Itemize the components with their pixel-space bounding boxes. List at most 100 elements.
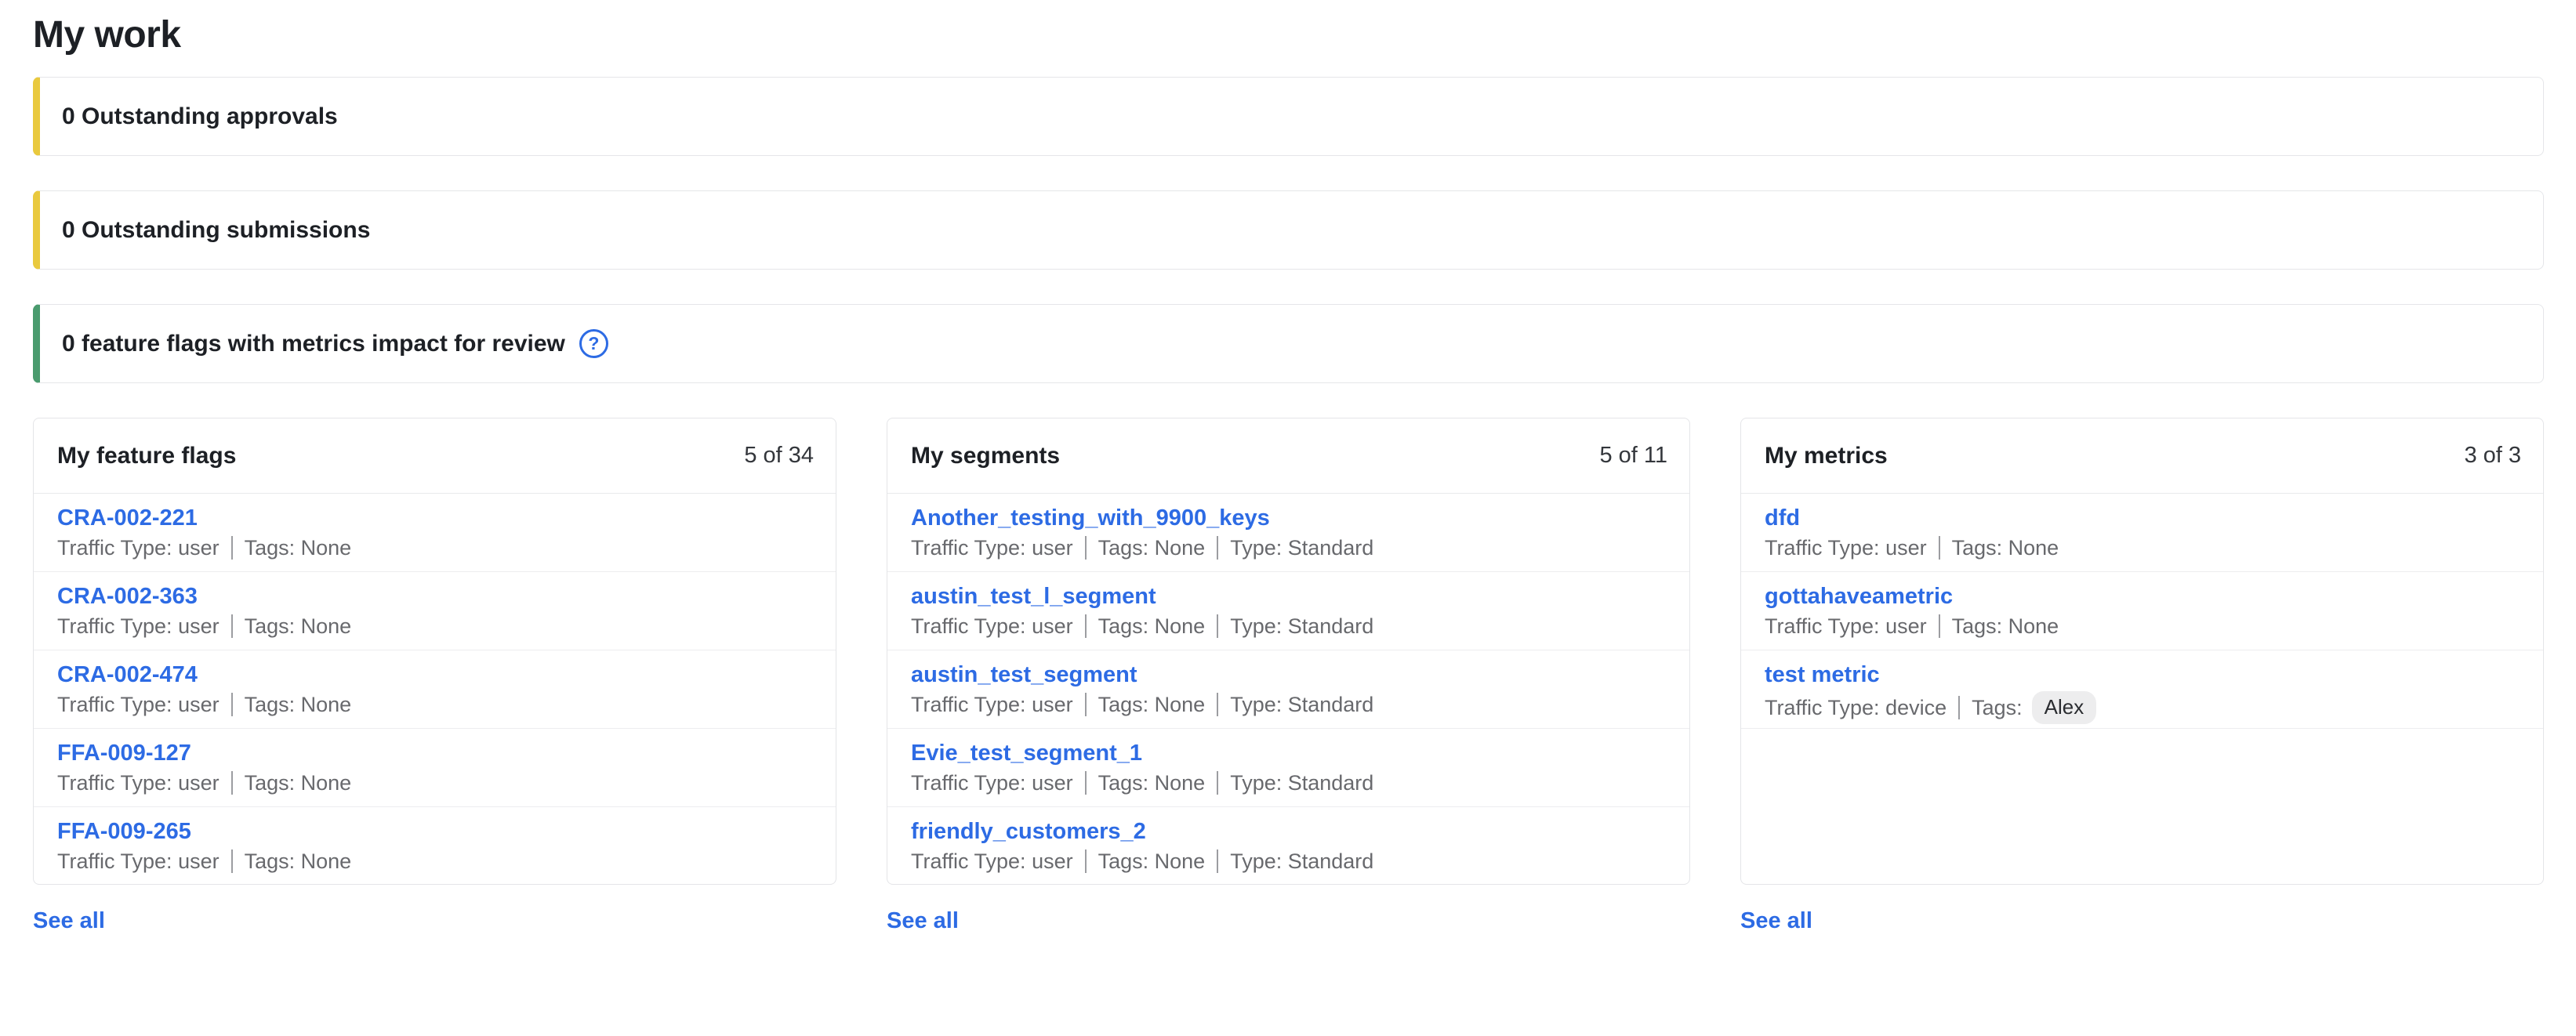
meta-separator xyxy=(1217,693,1218,716)
card-count: 5 of 11 xyxy=(1599,443,1667,469)
item-meta: Traffic Type: user Tags: None Type: Standa… xyxy=(911,770,1667,796)
meta-text: Traffic Type: user xyxy=(911,770,1073,796)
card-my-metrics: My metrics 3 of 3 dfd Traffic Type: user… xyxy=(1740,418,2544,885)
meta-separator xyxy=(1085,693,1087,716)
meta-text: Tags: None xyxy=(1098,613,1206,639)
meta-text: Type: Standard xyxy=(1230,770,1373,796)
item-name-link[interactable]: FFA-009-265 xyxy=(57,817,191,846)
card-column: My metrics 3 of 3 dfd Traffic Type: user… xyxy=(1740,418,2544,934)
meta-text: Traffic Type: device xyxy=(1765,694,1947,721)
card-count: 3 of 3 xyxy=(2464,443,2521,469)
meta-text: Tags: None xyxy=(1098,534,1206,561)
alert-0-outstanding-approvals: 0 Outstanding approvals xyxy=(33,77,2544,156)
list-item: austin_test_segment Traffic Type: userTa… xyxy=(887,650,1689,729)
meta-text: Tags: None xyxy=(245,848,352,875)
meta-text: Tags: None xyxy=(1952,613,2059,639)
card-rows: dfd Traffic Type: user Tags: None gottaha… xyxy=(1741,494,2543,729)
item-name-link[interactable]: Evie_test_segment_1 xyxy=(911,739,1142,767)
alerts-section: 0 Outstanding approvals 0 Outstanding su… xyxy=(33,77,2544,383)
meta-separator xyxy=(1085,536,1087,560)
meta-text: Type: Standard xyxy=(1230,848,1373,875)
list-item: Evie_test_segment_1 Traffic Type: user Ta… xyxy=(887,729,1689,807)
list-item: CRA-002-474 Traffic Type: userTags: None xyxy=(34,650,836,729)
meta-separator xyxy=(1085,771,1087,795)
meta-separator xyxy=(1085,614,1087,638)
item-meta: Traffic Type: userTags: None xyxy=(1765,613,2521,639)
item-meta: Traffic Type: user Tags: None Type: Standa… xyxy=(911,534,1667,561)
item-name-link[interactable]: CRA-002-363 xyxy=(57,582,198,610)
meta-text: Traffic Type: user xyxy=(57,848,220,875)
card-header: My segments 5 of 11 xyxy=(887,418,1689,494)
list-item: FFA-009-265 Traffic Type: user Tags: None xyxy=(34,807,836,885)
circle-question-help-icon[interactable]: ? xyxy=(579,329,608,358)
meta-text: Traffic Type: user xyxy=(57,691,220,718)
card-column: My feature flags 5 of 34 CRA-002-221 Tra… xyxy=(33,418,836,934)
card-column: My segments 5 of 11 Another_testing_with… xyxy=(887,418,1690,934)
card-header: My metrics 3 of 3 xyxy=(1741,418,2543,494)
meta-text: Tags: None xyxy=(1952,534,2059,561)
meta-text: Traffic Type: user xyxy=(1765,534,1927,561)
list-item: austin_test_l_segment Traffic Type: user… xyxy=(887,572,1689,650)
meta-separator xyxy=(1958,696,1960,719)
item-meta: Traffic Type: device Tags: Alex xyxy=(1765,691,2521,724)
meta-text: Tags: None xyxy=(245,770,352,796)
item-name-link[interactable]: gottahaveametric xyxy=(1765,582,1953,610)
alert-label: 0 Outstanding approvals xyxy=(62,103,338,130)
card-title: My segments xyxy=(911,443,1060,469)
meta-text: Traffic Type: user xyxy=(911,534,1073,561)
meta-text: Tags: None xyxy=(1098,691,1206,718)
item-meta: Traffic Type: user Tags: None xyxy=(57,848,814,875)
item-meta: Traffic Type: userTags: NoneType: Standa… xyxy=(911,691,1667,718)
card-title: My metrics xyxy=(1765,443,1888,469)
card-header: My feature flags 5 of 34 xyxy=(34,418,836,494)
item-name-link[interactable]: CRA-002-474 xyxy=(57,661,198,689)
alert-0-outstanding-submissions: 0 Outstanding submissions xyxy=(33,190,2544,270)
list-item: gottahaveametric Traffic Type: userTags:… xyxy=(1741,572,2543,650)
meta-separator xyxy=(1085,849,1087,873)
item-name-link[interactable]: friendly_customers_2 xyxy=(911,817,1146,846)
meta-separator xyxy=(231,614,233,638)
my-work-page: My work 0 Outstanding approvals 0 Outsta… xyxy=(0,0,2576,934)
card-my-segments: My segments 5 of 11 Another_testing_with… xyxy=(887,418,1690,885)
meta-text: Traffic Type: user xyxy=(57,770,220,796)
meta-separator xyxy=(231,849,233,873)
item-meta: Traffic Type: user Tags: None xyxy=(1765,534,2521,561)
see-all-link-my-metrics[interactable]: See all xyxy=(1740,908,1812,934)
item-name-link[interactable]: FFA-009-127 xyxy=(57,739,191,767)
card-title: My feature flags xyxy=(57,443,236,469)
meta-separator xyxy=(231,693,233,716)
item-meta: Traffic Type: userTags: None xyxy=(57,691,814,718)
meta-text: Traffic Type: user xyxy=(911,613,1073,639)
meta-text: Tags: None xyxy=(245,534,352,561)
list-item: dfd Traffic Type: user Tags: None xyxy=(1741,494,2543,572)
meta-text: Traffic Type: user xyxy=(57,613,220,639)
item-name-link[interactable]: austin_test_segment xyxy=(911,661,1137,689)
item-name-link[interactable]: dfd xyxy=(1765,504,1800,532)
meta-text: Traffic Type: user xyxy=(57,534,220,561)
see-all-link-my-feature-flags[interactable]: See all xyxy=(33,908,105,934)
card-rows: Another_testing_with_9900_keys Traffic T… xyxy=(887,494,1689,885)
item-meta: Traffic Type: user Tags: None xyxy=(57,770,814,796)
item-name-link[interactable]: test metric xyxy=(1765,661,1880,689)
alert-label: 0 Outstanding submissions xyxy=(62,217,370,244)
page-title: My work xyxy=(33,11,2544,60)
item-name-link[interactable]: CRA-002-221 xyxy=(57,504,198,532)
list-item: Another_testing_with_9900_keys Traffic T… xyxy=(887,494,1689,572)
see-all-link-my-segments[interactable]: See all xyxy=(887,908,959,934)
meta-separator xyxy=(1217,614,1218,638)
meta-separator xyxy=(1217,849,1218,873)
tag-badge: Alex xyxy=(2032,691,2097,724)
meta-text: Type: Standard xyxy=(1230,534,1373,561)
alert-label: 0 feature flags with metrics impact for … xyxy=(62,331,565,357)
meta-text: Type: Standard xyxy=(1230,691,1373,718)
meta-separator xyxy=(1217,536,1218,560)
meta-text: Tags: xyxy=(1972,694,2023,721)
card-rows: CRA-002-221 Traffic Type: user Tags: None… xyxy=(34,494,836,885)
item-meta: Traffic Type: user Tags: None xyxy=(57,534,814,561)
item-name-link[interactable]: Another_testing_with_9900_keys xyxy=(911,504,1270,532)
alert-0-feature-flags-with-metrics-impact-for-review: 0 feature flags with metrics impact for … xyxy=(33,304,2544,383)
meta-text: Tags: None xyxy=(1098,770,1206,796)
meta-text: Tags: None xyxy=(245,613,352,639)
item-name-link[interactable]: austin_test_l_segment xyxy=(911,582,1156,610)
list-item: FFA-009-127 Traffic Type: user Tags: None xyxy=(34,729,836,807)
